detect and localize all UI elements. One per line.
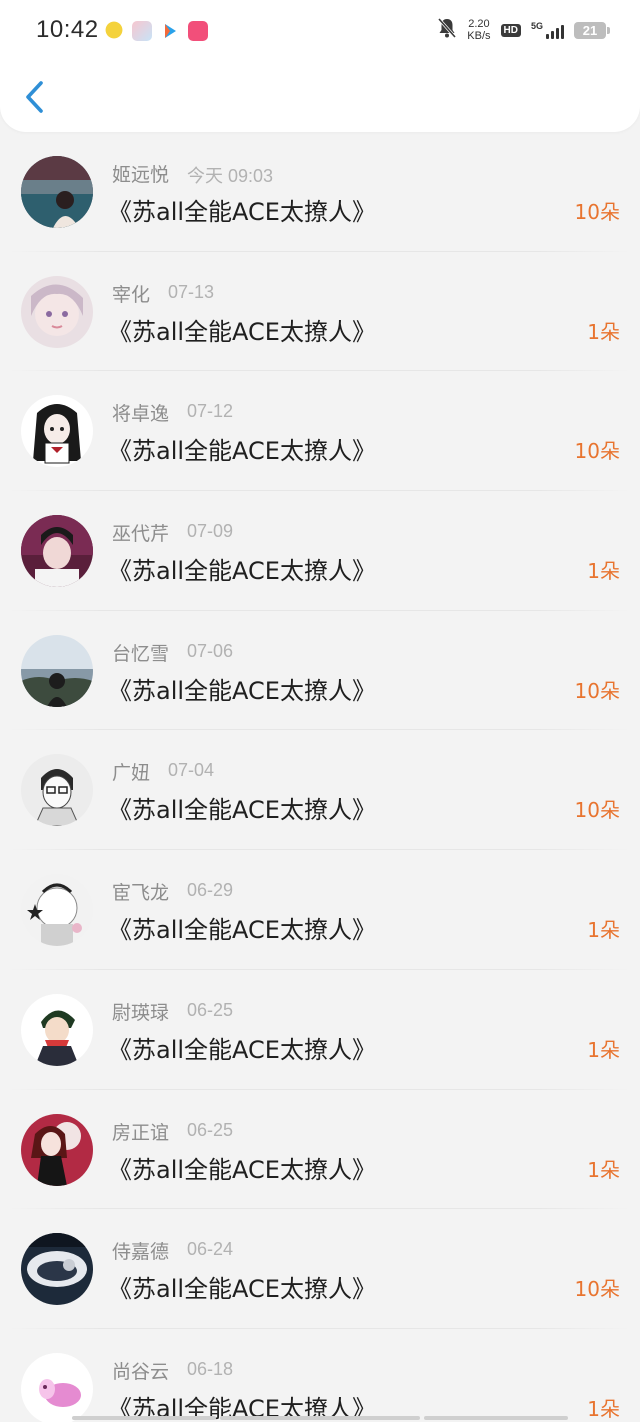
gift-row[interactable]: 宦飞龙 06-29 《苏all全能ACE太撩人》 1朵: [0, 850, 640, 970]
gift-date: 06-24: [187, 1239, 234, 1260]
avatar[interactable]: [21, 515, 93, 588]
flower-count: 10朵: [574, 439, 620, 464]
flower-count: 10朵: [574, 1277, 620, 1302]
username: 广妞: [112, 762, 151, 785]
username: 尉瑛琭: [112, 1001, 170, 1024]
network-speed: 2.20 KB/s: [467, 18, 491, 42]
book-title: 《苏all全能ACE太撩人》: [108, 796, 376, 825]
username: 宰化: [112, 283, 151, 306]
avatar[interactable]: [21, 395, 93, 468]
flower-count: 10朵: [574, 798, 620, 823]
gift-date: 07-13: [168, 281, 215, 302]
username: 房正谊: [112, 1121, 170, 1144]
gift-row[interactable]: 姬远悦 今天 09:03 《苏all全能ACE太撩人》 10朵: [0, 132, 640, 252]
gift-date: 07-09: [187, 521, 234, 542]
smile-app-icon: [104, 21, 124, 41]
mute-bell-icon: [437, 17, 457, 43]
avatar[interactable]: [21, 634, 93, 707]
gift-row[interactable]: 台忆雪 07-06 《苏all全能ACE太撩人》 10朵: [0, 611, 640, 731]
gift-date: 07-12: [187, 401, 234, 422]
status-time: 10:42: [36, 16, 99, 43]
gift-row[interactable]: 房正谊 06-25 《苏all全能ACE太撩人》 1朵: [0, 1090, 640, 1210]
gift-row[interactable]: 巫代芹 07-09 《苏all全能ACE太撩人》 1朵: [0, 491, 640, 611]
flower-count: 1朵: [587, 1037, 620, 1062]
book-title: 《苏all全能ACE太撩人》: [108, 1275, 376, 1304]
status-app-icons: [104, 21, 208, 41]
home-indicator-left: [72, 1416, 216, 1420]
gift-list: 姬远悦 今天 09:03 《苏all全能ACE太撩人》 10朵 宰化 07-13 《苏all…: [0, 132, 640, 1422]
shop-app-icon: [188, 21, 208, 41]
flower-count: 1朵: [587, 1157, 620, 1182]
book-title: 《苏all全能ACE太撩人》: [108, 676, 376, 705]
signal-icon: 5G: [531, 21, 564, 39]
gift-date: 06-25: [187, 999, 234, 1020]
username: 姬远悦: [112, 164, 170, 186]
flower-count: 1朵: [587, 1396, 620, 1421]
username: 宦飞龙: [112, 882, 170, 905]
flower-count: 1朵: [587, 319, 620, 344]
avatar[interactable]: [21, 275, 93, 348]
avatar[interactable]: [21, 993, 93, 1066]
gift-date: 06-18: [187, 1358, 234, 1379]
avatar[interactable]: [21, 1352, 93, 1422]
book-title: 《苏all全能ACE太撩人》: [108, 198, 376, 226]
book-title: 《苏all全能ACE太撩人》: [108, 1155, 376, 1184]
battery-icon: 21: [574, 21, 610, 39]
book-title: 《苏all全能ACE太撩人》: [108, 1035, 376, 1064]
flower-count: 1朵: [587, 918, 620, 943]
back-button[interactable]: [20, 78, 54, 116]
comic-app-icon: [132, 21, 152, 41]
home-indicator-right: [424, 1416, 568, 1420]
avatar[interactable]: [21, 156, 93, 228]
avatar[interactable]: [21, 1233, 93, 1306]
flower-count: 1朵: [587, 559, 620, 584]
top-bar: 10:42 2.20 KB/s HD 5G 21: [0, 0, 640, 132]
flower-count: 10朵: [574, 200, 620, 224]
book-title: 《苏all全能ACE太撩人》: [108, 437, 376, 466]
gift-date: 07-04: [168, 760, 215, 781]
username: 侍嘉德: [112, 1241, 170, 1264]
status-right: 2.20 KB/s HD 5G 21: [437, 17, 610, 43]
gift-row[interactable]: 尚谷云 06-18 《苏all全能ACE太撩人》 1朵: [0, 1329, 640, 1422]
username: 尚谷云: [112, 1360, 170, 1383]
gift-date: 06-25: [187, 1119, 234, 1140]
hd-badge: HD: [500, 23, 521, 37]
gift-row[interactable]: 侍嘉德 06-24 《苏all全能ACE太撩人》 10朵: [0, 1209, 640, 1329]
gift-date: 今天 09:03: [187, 166, 274, 186]
username: 巫代芹: [112, 523, 170, 546]
chevron-left-icon: [26, 81, 43, 113]
gift-row[interactable]: 广妞 07-04 《苏all全能ACE太撩人》 10朵: [0, 730, 640, 851]
avatar[interactable]: [21, 874, 93, 947]
gift-row[interactable]: 尉瑛琭 06-25 《苏all全能ACE太撩人》 1朵: [0, 970, 640, 1090]
username: 将卓逸: [112, 403, 170, 426]
play-app-icon: [160, 21, 180, 41]
flower-count: 10朵: [574, 678, 620, 703]
gift-row[interactable]: 宰化 07-13 《苏all全能ACE太撩人》 1朵: [0, 252, 640, 372]
book-title: 《苏all全能ACE太撩人》: [108, 557, 376, 586]
username: 台忆雪: [112, 642, 170, 665]
home-indicator-mid: [220, 1416, 420, 1420]
book-title: 《苏all全能ACE太撩人》: [108, 317, 376, 346]
book-title: 《苏all全能ACE太撩人》: [108, 916, 376, 945]
avatar[interactable]: [21, 1113, 93, 1186]
gift-row[interactable]: 将卓逸 07-12 《苏all全能ACE太撩人》 10朵: [0, 371, 640, 492]
avatar[interactable]: [21, 754, 93, 827]
gift-date: 06-29: [187, 880, 234, 901]
gift-date: 07-06: [187, 640, 234, 661]
